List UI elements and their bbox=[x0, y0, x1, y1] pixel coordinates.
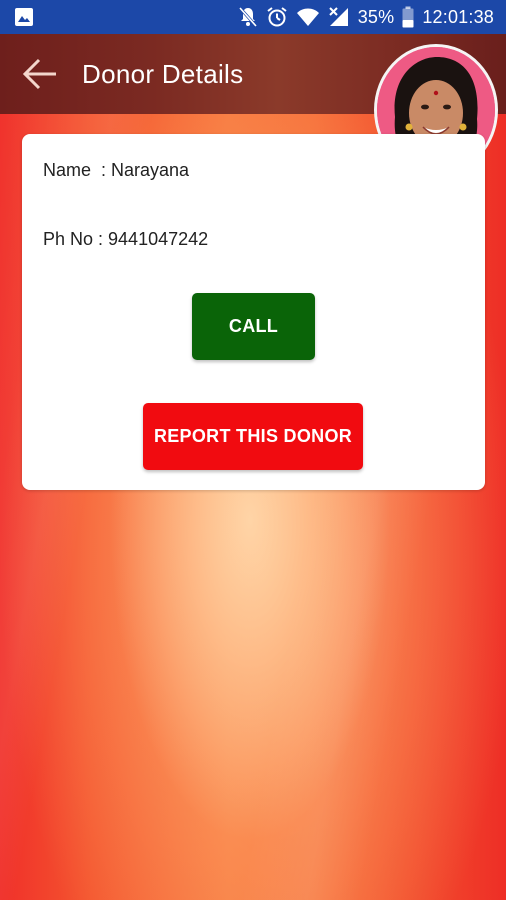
report-donor-button[interactable]: REPORT THIS DONOR bbox=[143, 403, 363, 470]
alarm-icon bbox=[266, 7, 288, 27]
donor-details-card: Name : Narayana Ph No : 9441047242 CALL … bbox=[22, 134, 485, 490]
donor-name: Name : Narayana bbox=[43, 160, 190, 180]
battery-percent: 35% bbox=[357, 6, 395, 27]
status-bar: 35% 12:01:38 bbox=[0, 0, 506, 34]
call-button[interactable]: CALL bbox=[192, 293, 315, 360]
donor-phone: Ph No : 9441047242 bbox=[43, 229, 209, 249]
clock: 12:01:38 bbox=[422, 6, 494, 27]
page-title: Donor Details bbox=[82, 58, 244, 89]
wifi-icon bbox=[296, 7, 320, 27]
battery-icon bbox=[402, 6, 414, 28]
arrow-back-icon bbox=[22, 58, 56, 90]
back-button[interactable] bbox=[20, 54, 60, 94]
status-right-group: 35% 12:01:38 bbox=[238, 6, 494, 28]
cellular-signal-icon bbox=[328, 7, 350, 27]
notifications-off-icon bbox=[238, 7, 258, 27]
image-icon bbox=[14, 7, 34, 27]
status-left-group bbox=[14, 7, 238, 27]
